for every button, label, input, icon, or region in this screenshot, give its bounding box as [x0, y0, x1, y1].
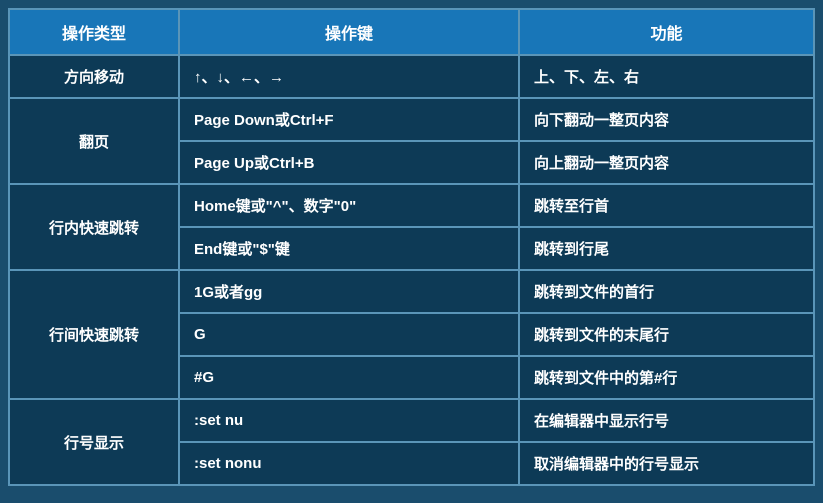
key-cell: G	[179, 313, 519, 356]
func-cell: 向上翻动一整页内容	[519, 141, 814, 184]
category-cell: 翻页	[9, 98, 179, 184]
table-header-row: 操作类型 操作键 功能	[9, 9, 814, 55]
table-row: 方向移动 ↑、↓、←、→ 上、下、左、右	[9, 55, 814, 98]
category-cell: 行内快速跳转	[9, 184, 179, 270]
func-cell: 跳转到文件中的第#行	[519, 356, 814, 399]
category-cell: 行号显示	[9, 399, 179, 485]
category-cell: 行间快速跳转	[9, 270, 179, 399]
table-row: 行内快速跳转 Home键或"^"、数字"0" 跳转至行首	[9, 184, 814, 227]
shortcut-table: 操作类型 操作键 功能 方向移动 ↑、↓、←、→ 上、下、左、右 翻页 Page…	[8, 8, 815, 486]
category-cell: 方向移动	[9, 55, 179, 98]
key-cell: Home键或"^"、数字"0"	[179, 184, 519, 227]
func-cell: 取消编辑器中的行号显示	[519, 442, 814, 485]
func-cell: 在编辑器中显示行号	[519, 399, 814, 442]
func-cell: 跳转到文件的首行	[519, 270, 814, 313]
key-cell: :set nu	[179, 399, 519, 442]
func-cell: 跳转至行首	[519, 184, 814, 227]
table-row: 翻页 Page Down或Ctrl+F 向下翻动一整页内容	[9, 98, 814, 141]
table-row: 行间快速跳转 1G或者gg 跳转到文件的首行	[9, 270, 814, 313]
key-cell: 1G或者gg	[179, 270, 519, 313]
func-cell: 跳转到行尾	[519, 227, 814, 270]
key-cell: Page Up或Ctrl+B	[179, 141, 519, 184]
key-cell: End键或"$"键	[179, 227, 519, 270]
header-func: 功能	[519, 9, 814, 55]
func-cell: 向下翻动一整页内容	[519, 98, 814, 141]
key-cell: Page Down或Ctrl+F	[179, 98, 519, 141]
header-key: 操作键	[179, 9, 519, 55]
header-type: 操作类型	[9, 9, 179, 55]
key-cell: :set nonu	[179, 442, 519, 485]
key-cell: ↑、↓、←、→	[179, 55, 519, 98]
key-cell: #G	[179, 356, 519, 399]
func-cell: 上、下、左、右	[519, 55, 814, 98]
func-cell: 跳转到文件的末尾行	[519, 313, 814, 356]
table-row: 行号显示 :set nu 在编辑器中显示行号	[9, 399, 814, 442]
